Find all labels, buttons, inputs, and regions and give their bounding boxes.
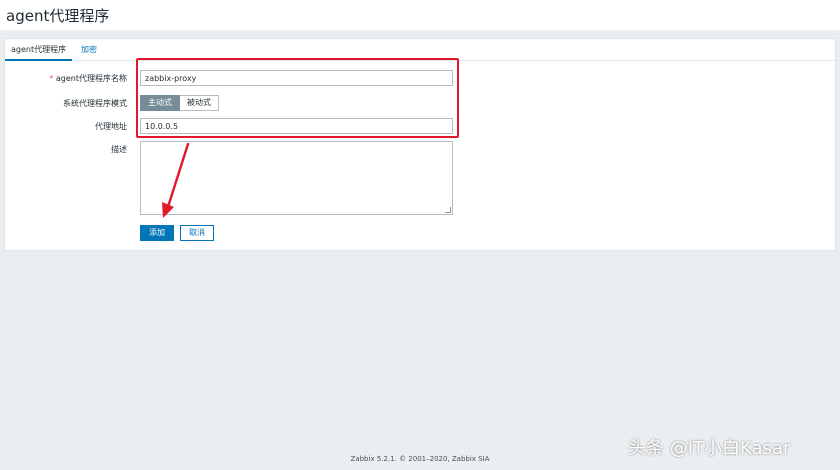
tab-agent-proxy[interactable]: agent代理程序 <box>5 39 73 61</box>
page-header: agent代理程序 <box>0 0 840 30</box>
required-mark: * <box>49 74 54 83</box>
annotation-arrow-icon <box>162 142 190 218</box>
watermark: 头条 @IT小白Kasar <box>628 438 791 459</box>
resize-grip-icon[interactable] <box>445 207 451 213</box>
annotation-highlight-box <box>136 58 459 138</box>
cancel-button[interactable]: 取消 <box>180 225 214 241</box>
add-button[interactable]: 添加 <box>140 225 174 241</box>
proxy-mode-label: 系统代理程序模式 <box>63 99 127 108</box>
description-label: 描述 <box>111 145 127 154</box>
proxy-name-label: * agent代理程序名称 <box>49 73 127 84</box>
page-title: agent代理程序 <box>6 7 110 25</box>
proxy-address-label: 代理地址 <box>95 122 127 131</box>
tab-encryption[interactable]: 加密 <box>75 39 103 61</box>
proxy-name-label-text: agent代理程序名称 <box>55 74 127 83</box>
